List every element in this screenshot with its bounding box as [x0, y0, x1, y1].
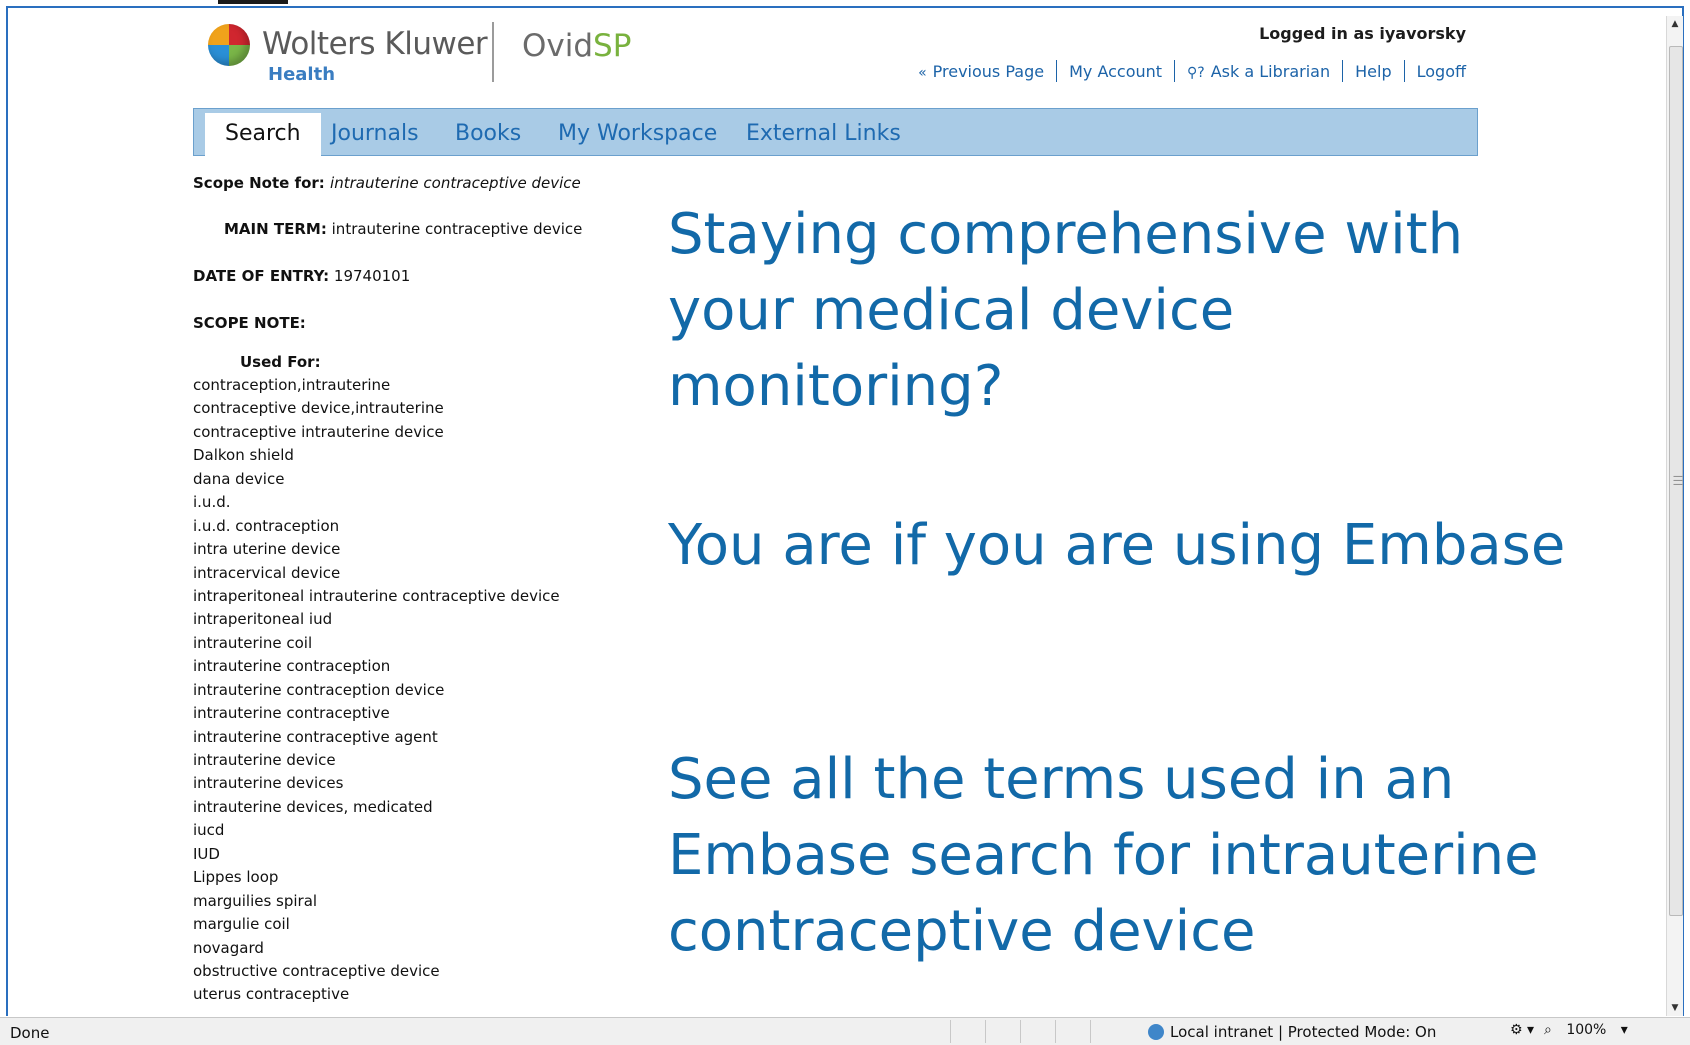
scrollbar-thumb[interactable]: — — —: [1669, 46, 1683, 916]
top-links: « Previous Page My Account ⚲? Ask a Librar…: [918, 60, 1466, 82]
security-zone-label: Local intranet | Protected Mode: On: [1170, 1023, 1437, 1041]
status-pane: [985, 1020, 1020, 1043]
status-pane: [1055, 1020, 1090, 1043]
tab-books[interactable]: Books: [435, 109, 541, 155]
status-bar: Done Local intranet | Protected Mode: On…: [0, 1017, 1690, 1045]
used-for-item: intrauterine contraception device: [193, 680, 445, 699]
librarian-question-icon: ⚲?: [1187, 64, 1205, 81]
date-of-entry-value: 19740101: [333, 267, 411, 285]
brand-subtitle: Health: [268, 64, 336, 85]
used-for-item: intrauterine device: [193, 751, 336, 769]
zoom-level: 100%: [1566, 1022, 1607, 1038]
brand-logo[interactable]: Wolters Kluwer Health: [208, 22, 498, 86]
tab-my-workspace[interactable]: My Workspace: [538, 109, 737, 155]
used-for-item: IUD: [193, 844, 220, 863]
product-suffix: SP: [593, 28, 632, 64]
wolters-kluwer-globe-icon: [208, 24, 250, 66]
main-term-value: intrauterine contraceptive device: [331, 220, 583, 238]
used-for-item: iucd: [193, 821, 225, 840]
used-for-item: intrauterine devices, medicated: [193, 797, 433, 816]
used-for-item: novagard: [193, 938, 264, 957]
zoom-control[interactable]: ⌕ 100% ▾: [1544, 1022, 1628, 1038]
status-pane: [1020, 1020, 1055, 1043]
scope-note-title: Scope Note for: intrauterine contracepti…: [193, 174, 581, 192]
scope-note-field: SCOPE NOTE:: [193, 314, 306, 332]
date-of-entry-label: DATE OF ENTRY:: [193, 267, 330, 285]
intranet-globe-icon: [1148, 1024, 1164, 1040]
main-nav: Search Journals Books My Workspace Exter…: [193, 108, 1478, 156]
used-for-item: intra uterine device: [193, 540, 341, 559]
overlay-description: See all the terms used in an Embase sear…: [668, 747, 1539, 964]
grip-icon: — — —: [1673, 471, 1683, 490]
used-for-item: intrauterine contraceptive: [193, 704, 390, 723]
used-for-item: uterus contraceptive: [193, 985, 350, 1004]
previous-page-label: Previous Page: [932, 61, 1045, 81]
used-for-item: intraperitoneal iud: [193, 610, 333, 629]
status-panes: [950, 1020, 1125, 1043]
link-separator: [1174, 60, 1176, 82]
link-separator: [1342, 60, 1344, 82]
used-for-item: intrauterine devices: [193, 774, 344, 793]
used-for-item: intrauterine contraception: [193, 657, 391, 676]
help-link[interactable]: Help: [1355, 62, 1391, 81]
scope-note-heading: SCOPE NOTE:: [193, 314, 306, 332]
used-for-list: contraception,intrauterine contraceptive …: [193, 374, 560, 1007]
status-pane: [950, 1020, 985, 1043]
used-for-item: contraceptive device,intrauterine: [193, 399, 444, 418]
ask-librarian-link[interactable]: ⚲? Ask a Librarian: [1187, 62, 1330, 81]
status-text: Done: [10, 1024, 50, 1042]
tab-journals[interactable]: Journals: [311, 109, 439, 155]
product-prefix: Ovid: [522, 28, 594, 64]
overlay-subheading: You are if you are using Embase: [668, 513, 1566, 578]
window-border-top: [6, 6, 1684, 8]
used-for-item: intracervical device: [193, 563, 341, 582]
scroll-down-arrow-icon[interactable]: ▼: [1667, 1000, 1683, 1016]
link-separator: [1403, 60, 1405, 82]
scope-note-label: Scope Note for:: [193, 174, 325, 192]
double-chevron-left-icon: «: [918, 64, 927, 81]
used-for-item: i.u.d. contraception: [193, 516, 340, 535]
ask-librarian-label: Ask a Librarian: [1210, 61, 1331, 81]
window-border-left: [6, 6, 8, 1016]
scope-note-term: intrauterine contraceptive device: [330, 174, 581, 192]
used-for-item: contraceptive intrauterine device: [193, 422, 444, 441]
logo-divider: [492, 22, 494, 82]
date-of-entry-field: DATE OF ENTRY: 19740101: [193, 267, 410, 285]
link-separator: [1056, 60, 1058, 82]
tab-external-links[interactable]: External Links: [726, 109, 921, 155]
top-fragment: [218, 0, 288, 4]
tab-search[interactable]: Search: [205, 113, 321, 156]
status-pane: [1090, 1020, 1125, 1043]
used-for-item: Lippes loop: [193, 868, 279, 887]
previous-page-link[interactable]: « Previous Page: [918, 62, 1044, 81]
status-tools: ⚙ ▾ ⌕ 100% ▾: [1510, 1022, 1638, 1038]
add-on-icon[interactable]: ⚙ ▾: [1510, 1022, 1534, 1038]
overlay-heading: Staying comprehensive with your medical …: [668, 202, 1464, 419]
security-zone[interactable]: Local intranet | Protected Mode: On: [1148, 1023, 1436, 1041]
used-for-item: intrauterine coil: [193, 633, 313, 652]
product-logo: OvidSP: [522, 28, 631, 64]
used-for-item: marguilies spiral: [193, 891, 318, 910]
used-for-item: intraperitoneal intrauterine contracepti…: [193, 586, 560, 605]
main-term-label: MAIN TERM:: [224, 220, 327, 238]
used-for-item: i.u.d.: [193, 493, 231, 512]
used-for-item: Dalkon shield: [193, 446, 294, 465]
used-for-item: obstructive contraceptive device: [193, 961, 440, 980]
logoff-link[interactable]: Logoff: [1417, 62, 1466, 81]
used-for-item: dana device: [193, 469, 285, 488]
used-for-item: margulie coil: [193, 915, 290, 934]
used-for-label: Used For:: [240, 353, 321, 371]
brand-name: Wolters Kluwer: [262, 26, 488, 62]
magnifier-icon: ⌕: [1544, 1022, 1552, 1038]
used-for-item: contraception,intrauterine: [193, 376, 391, 394]
vertical-scrollbar[interactable]: ▲ — — — ▼: [1666, 16, 1683, 1016]
main-term-field: MAIN TERM: intrauterine contraceptive de…: [224, 220, 582, 238]
used-for-item: intrauterine contraceptive agent: [193, 727, 438, 746]
scroll-up-arrow-icon[interactable]: ▲: [1667, 16, 1683, 32]
logged-in-status: Logged in as iyavorsky: [1259, 24, 1466, 43]
my-account-link[interactable]: My Account: [1069, 62, 1162, 81]
